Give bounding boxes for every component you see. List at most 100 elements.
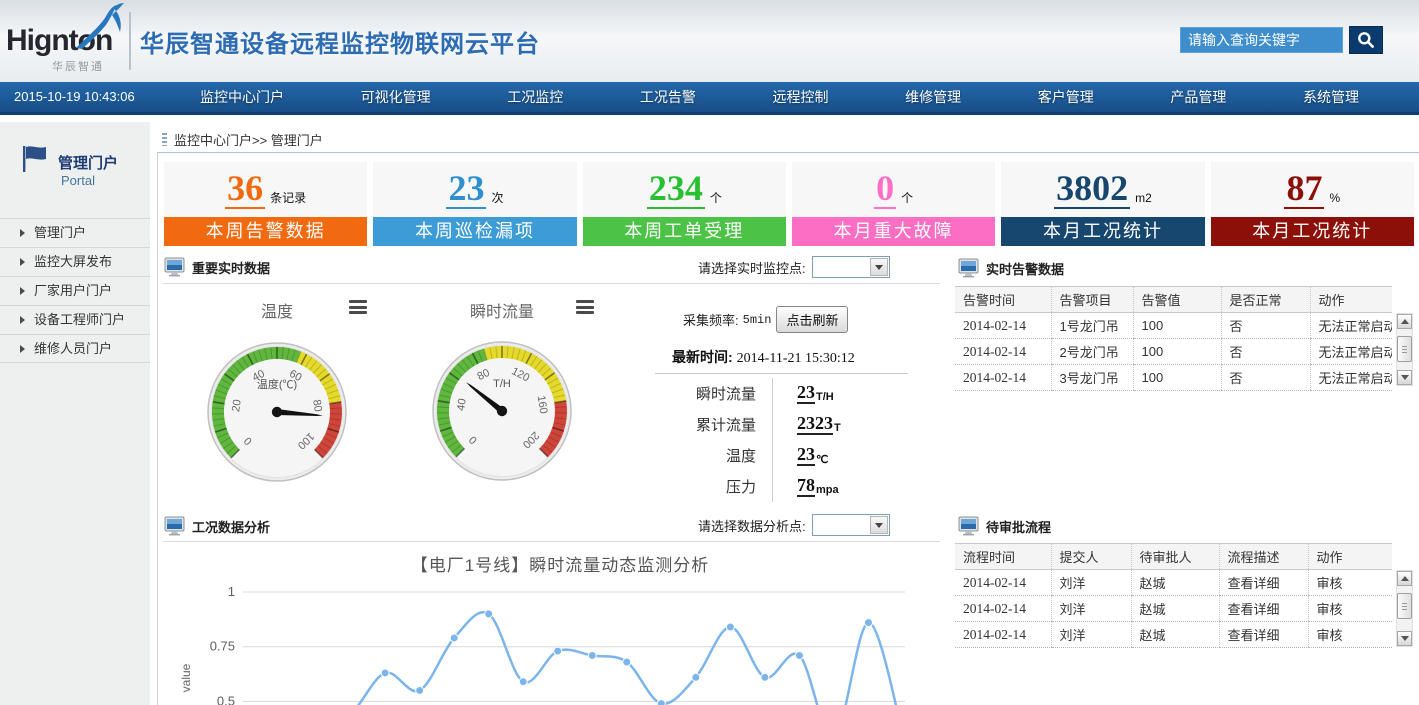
nav-item-system[interactable]: 系统管理 bbox=[1295, 87, 1367, 107]
alarm-table-scrollbar[interactable] bbox=[1396, 313, 1413, 386]
section-realtime-data: 重要实时数据 bbox=[164, 257, 270, 277]
section-analysis: 工况数据分析 bbox=[164, 516, 270, 536]
sidebar-item-engineer-portal[interactable]: 设备工程师门户 bbox=[0, 305, 150, 334]
alarm-table: 告警时间 告警项目 告警值 是否正常 动作 2014-02-141号龙门吊100… bbox=[955, 286, 1392, 391]
alarm-row: 2014-02-143号龙门吊100否无法正常启动 bbox=[955, 365, 1392, 391]
approval-row-cell[interactable]: 审核 bbox=[1308, 596, 1392, 622]
alarm-row-cell: 2号龙门吊 bbox=[1051, 339, 1133, 365]
scroll-thumb[interactable] bbox=[1397, 593, 1412, 619]
approval-table-scrollbar[interactable] bbox=[1396, 570, 1413, 647]
gauge2-title: 瞬时流量 bbox=[442, 298, 562, 322]
realtime-point-select[interactable] bbox=[812, 256, 890, 278]
scroll-up-icon[interactable] bbox=[1397, 571, 1412, 586]
reading-value-link[interactable]: 23 bbox=[797, 383, 815, 404]
card-value-link[interactable]: 23 bbox=[446, 170, 486, 209]
reading-value-link[interactable]: 2323 bbox=[797, 414, 833, 435]
card-value-link[interactable]: 36 bbox=[225, 170, 265, 209]
gauge1-menu-icon[interactable] bbox=[349, 300, 367, 314]
col-flow-desc: 流程描述 bbox=[1219, 544, 1308, 570]
flow-line-chart: 10.750.5value bbox=[163, 578, 923, 705]
search-icon bbox=[1356, 30, 1376, 50]
page-title: 华辰智通设备远程监控物联网云平台 bbox=[140, 24, 540, 59]
approval-row-cell: 赵城 bbox=[1131, 622, 1219, 648]
alarm-row-cell: 2014-02-14 bbox=[955, 365, 1051, 391]
breadcrumb-icon bbox=[162, 133, 167, 146]
nav-item-monitor-center[interactable]: 监控中心门户 bbox=[192, 87, 292, 107]
svg-text:20: 20 bbox=[230, 399, 244, 413]
alarm-header-row: 告警时间 告警项目 告警值 是否正常 动作 bbox=[955, 287, 1392, 313]
alarm-row: 2014-02-141号龙门吊100否无法正常启动 bbox=[955, 313, 1392, 339]
flag-icon bbox=[20, 144, 50, 174]
scroll-down-icon[interactable] bbox=[1397, 370, 1412, 385]
sidebar-item-bigscreen[interactable]: 监控大屏发布 bbox=[0, 247, 150, 276]
realtime-point-select-row: 请选择实时监控点: bbox=[698, 256, 890, 278]
card-value-link[interactable]: 0 bbox=[874, 170, 896, 209]
main-nav: 2015-10-19 10:43:06 监控中心门户 可视化管理 工况监控 工况… bbox=[0, 82, 1419, 115]
reading-value-link[interactable]: 23 bbox=[797, 445, 815, 466]
svg-text:温度(℃): 温度(℃) bbox=[257, 377, 297, 391]
approval-row-cell: 刘洋 bbox=[1051, 570, 1131, 596]
col-alarm-normal: 是否正常 bbox=[1221, 287, 1310, 313]
card-value-link[interactable]: 87 bbox=[1284, 170, 1324, 209]
search-button[interactable] bbox=[1349, 26, 1383, 54]
nav-item-condition-alarm[interactable]: 工况告警 bbox=[632, 87, 704, 107]
reading-value-link[interactable]: 78 bbox=[797, 476, 815, 497]
card-unit: % bbox=[1329, 191, 1340, 205]
sidebar-item-factory-portal[interactable]: 厂家用户门户 bbox=[0, 276, 150, 305]
svg-text:0.75: 0.75 bbox=[210, 639, 235, 654]
chevron-down-icon[interactable] bbox=[870, 516, 888, 534]
select-label: 请选择数据分析点: bbox=[698, 516, 806, 535]
sidebar-item-repair-portal[interactable]: 维修人员门户 bbox=[0, 334, 150, 363]
card-label: 本周工单受理 bbox=[583, 217, 786, 246]
nav-item-remote-control[interactable]: 远程控制 bbox=[765, 87, 837, 107]
approval-row-cell[interactable]: 查看详细 bbox=[1219, 622, 1308, 648]
alarm-row-cell: 100 bbox=[1133, 365, 1221, 391]
arrow-right-icon bbox=[20, 287, 25, 295]
approval-row-cell[interactable]: 查看详细 bbox=[1219, 570, 1308, 596]
scroll-thumb[interactable] bbox=[1397, 336, 1412, 362]
svg-text:0.5: 0.5 bbox=[217, 693, 235, 705]
scroll-up-icon[interactable] bbox=[1397, 314, 1412, 329]
chevron-down-icon[interactable] bbox=[870, 258, 888, 276]
card-value-link[interactable]: 3802 bbox=[1054, 170, 1130, 209]
select-label: 请选择实时监控点: bbox=[698, 258, 806, 277]
nav-item-products[interactable]: 产品管理 bbox=[1162, 87, 1234, 107]
approval-row-cell: 2014-02-14 bbox=[955, 622, 1051, 648]
nav-item-maintenance[interactable]: 维修管理 bbox=[897, 87, 969, 107]
nav-item-condition-monitor[interactable]: 工况监控 bbox=[499, 87, 571, 107]
col-alarm-time: 告警时间 bbox=[955, 287, 1051, 313]
section-alarm-data: 实时告警数据 bbox=[958, 258, 1064, 278]
sidebar-item-admin-portal[interactable]: 管理门户 bbox=[0, 218, 150, 247]
alarm-row-cell: 100 bbox=[1133, 313, 1221, 339]
gauge2-menu-icon[interactable] bbox=[576, 300, 594, 314]
approval-row-cell[interactable]: 审核 bbox=[1308, 570, 1392, 596]
card-label: 本周巡检漏项 bbox=[373, 217, 576, 246]
analysis-point-select[interactable] bbox=[812, 514, 890, 536]
svg-text:T/H: T/H bbox=[493, 378, 511, 390]
reading-row: 瞬时流量 23T/H bbox=[655, 378, 911, 409]
scroll-down-icon[interactable] bbox=[1397, 631, 1412, 646]
temperature-gauge: 020406080100温度(℃) bbox=[202, 337, 352, 487]
monitor-icon bbox=[958, 516, 979, 536]
card-value-link[interactable]: 234 bbox=[647, 170, 705, 209]
arrow-right-icon bbox=[20, 316, 25, 324]
monitor-icon bbox=[164, 257, 185, 277]
alarm-row-cell: 无法正常启动 bbox=[1310, 313, 1392, 339]
collection-frequency: 采集频率: 5min 点击刷新 bbox=[683, 306, 848, 333]
nav-menu: 监控中心门户 可视化管理 工况监控 工况告警 远程控制 维修管理 客户管理 产品… bbox=[192, 82, 1367, 112]
approval-row: 2014-02-14刘洋赵城查看详细审核 bbox=[955, 596, 1392, 622]
refresh-button[interactable]: 点击刷新 bbox=[776, 306, 848, 333]
analysis-point-select-row: 请选择数据分析点: bbox=[698, 514, 890, 536]
nav-item-visualization[interactable]: 可视化管理 bbox=[353, 87, 439, 107]
breadcrumb[interactable]: 监控中心门户>> 管理门户 bbox=[162, 130, 323, 149]
latest-time: 最新时间:2014-11-21 15:30:12 bbox=[672, 347, 855, 367]
nav-item-customers[interactable]: 客户管理 bbox=[1030, 87, 1102, 107]
readings-panel: 瞬时流量 23T/H 累计流量 2323T 温度 23℃ 压力 78mpa bbox=[655, 378, 911, 502]
approval-row-cell[interactable]: 审核 bbox=[1308, 622, 1392, 648]
col-approver: 待审批人 bbox=[1131, 544, 1219, 570]
approval-row-cell[interactable]: 查看详细 bbox=[1219, 596, 1308, 622]
frequency-value: 5min bbox=[743, 313, 772, 327]
card-unit: 次 bbox=[491, 189, 503, 206]
search-input[interactable] bbox=[1180, 27, 1343, 53]
card-weekly-workorders: 234个 本周工单受理 bbox=[583, 162, 786, 246]
